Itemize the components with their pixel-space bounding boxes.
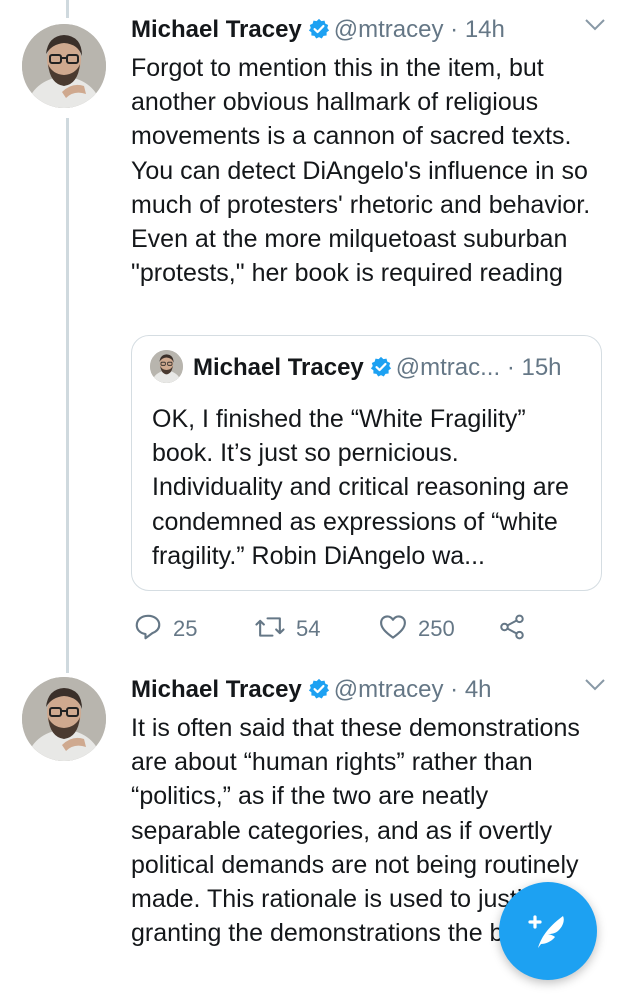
quoted-tweet-header: Michael Tracey @mtrac... · 15h — [150, 350, 562, 388]
chevron-down-icon[interactable] — [584, 18, 606, 37]
avatar-image — [22, 677, 106, 761]
display-name[interactable]: Michael Tracey — [131, 676, 302, 703]
chevron-down-icon[interactable] — [584, 678, 606, 697]
like-count: 250 — [418, 616, 455, 641]
verified-badge-icon — [308, 17, 330, 49]
tweet-text: Forgot to mention this in the item, but … — [131, 54, 591, 288]
handle[interactable]: @mtracey — [334, 676, 444, 703]
separator-dot: · — [506, 354, 515, 381]
verified-badge-icon — [308, 677, 330, 709]
like-button[interactable]: 250 — [378, 612, 455, 642]
retweet-icon — [255, 617, 285, 637]
heart-icon — [380, 615, 406, 639]
tweet-actions: 25 54 250 — [133, 612, 603, 642]
quoted-tweet[interactable]: Michael Tracey @mtrac... · 15h OK, I fini… — [131, 335, 602, 591]
retweet-button[interactable]: 54 — [254, 612, 320, 642]
tweet[interactable]: Michael Tracey @mtracey · 14h Forgot to m… — [0, 0, 622, 660]
reply-button[interactable]: 25 — [133, 612, 197, 642]
avatar-image — [22, 24, 106, 108]
quoted-timestamp: 15h — [521, 354, 562, 381]
verified-badge-icon — [370, 354, 392, 388]
quoted-handle: @mtrac... — [395, 354, 501, 381]
avatar[interactable] — [22, 24, 106, 108]
tweet-header: Michael Tracey @mtracey · 4h — [131, 674, 604, 709]
quoted-tweet-text: OK, I finished the “White Fragility” boo… — [152, 405, 569, 570]
share-button[interactable] — [497, 612, 527, 642]
compose-tweet-icon — [528, 915, 564, 948]
share-icon — [500, 614, 524, 640]
tweet-content: Michael Tracey @mtracey · 14h Forgot to m… — [131, 14, 606, 290]
reply-count: 25 — [173, 616, 198, 641]
display-name[interactable]: Michael Tracey — [131, 16, 302, 43]
avatar[interactable] — [22, 677, 106, 761]
reply-icon — [135, 614, 161, 640]
quoted-display-name: Michael Tracey — [193, 354, 364, 381]
timestamp[interactable]: 14h — [465, 16, 505, 43]
timestamp[interactable]: 4h — [465, 676, 492, 703]
compose-tweet-button[interactable] — [499, 882, 597, 980]
quoted-avatar — [150, 350, 183, 383]
retweet-count: 54 — [296, 616, 321, 641]
separator-dot: · — [450, 676, 459, 703]
separator-dot: · — [450, 16, 459, 43]
handle[interactable]: @mtracey — [334, 16, 444, 43]
tweet-header: Michael Tracey @mtracey · 14h — [131, 14, 604, 49]
